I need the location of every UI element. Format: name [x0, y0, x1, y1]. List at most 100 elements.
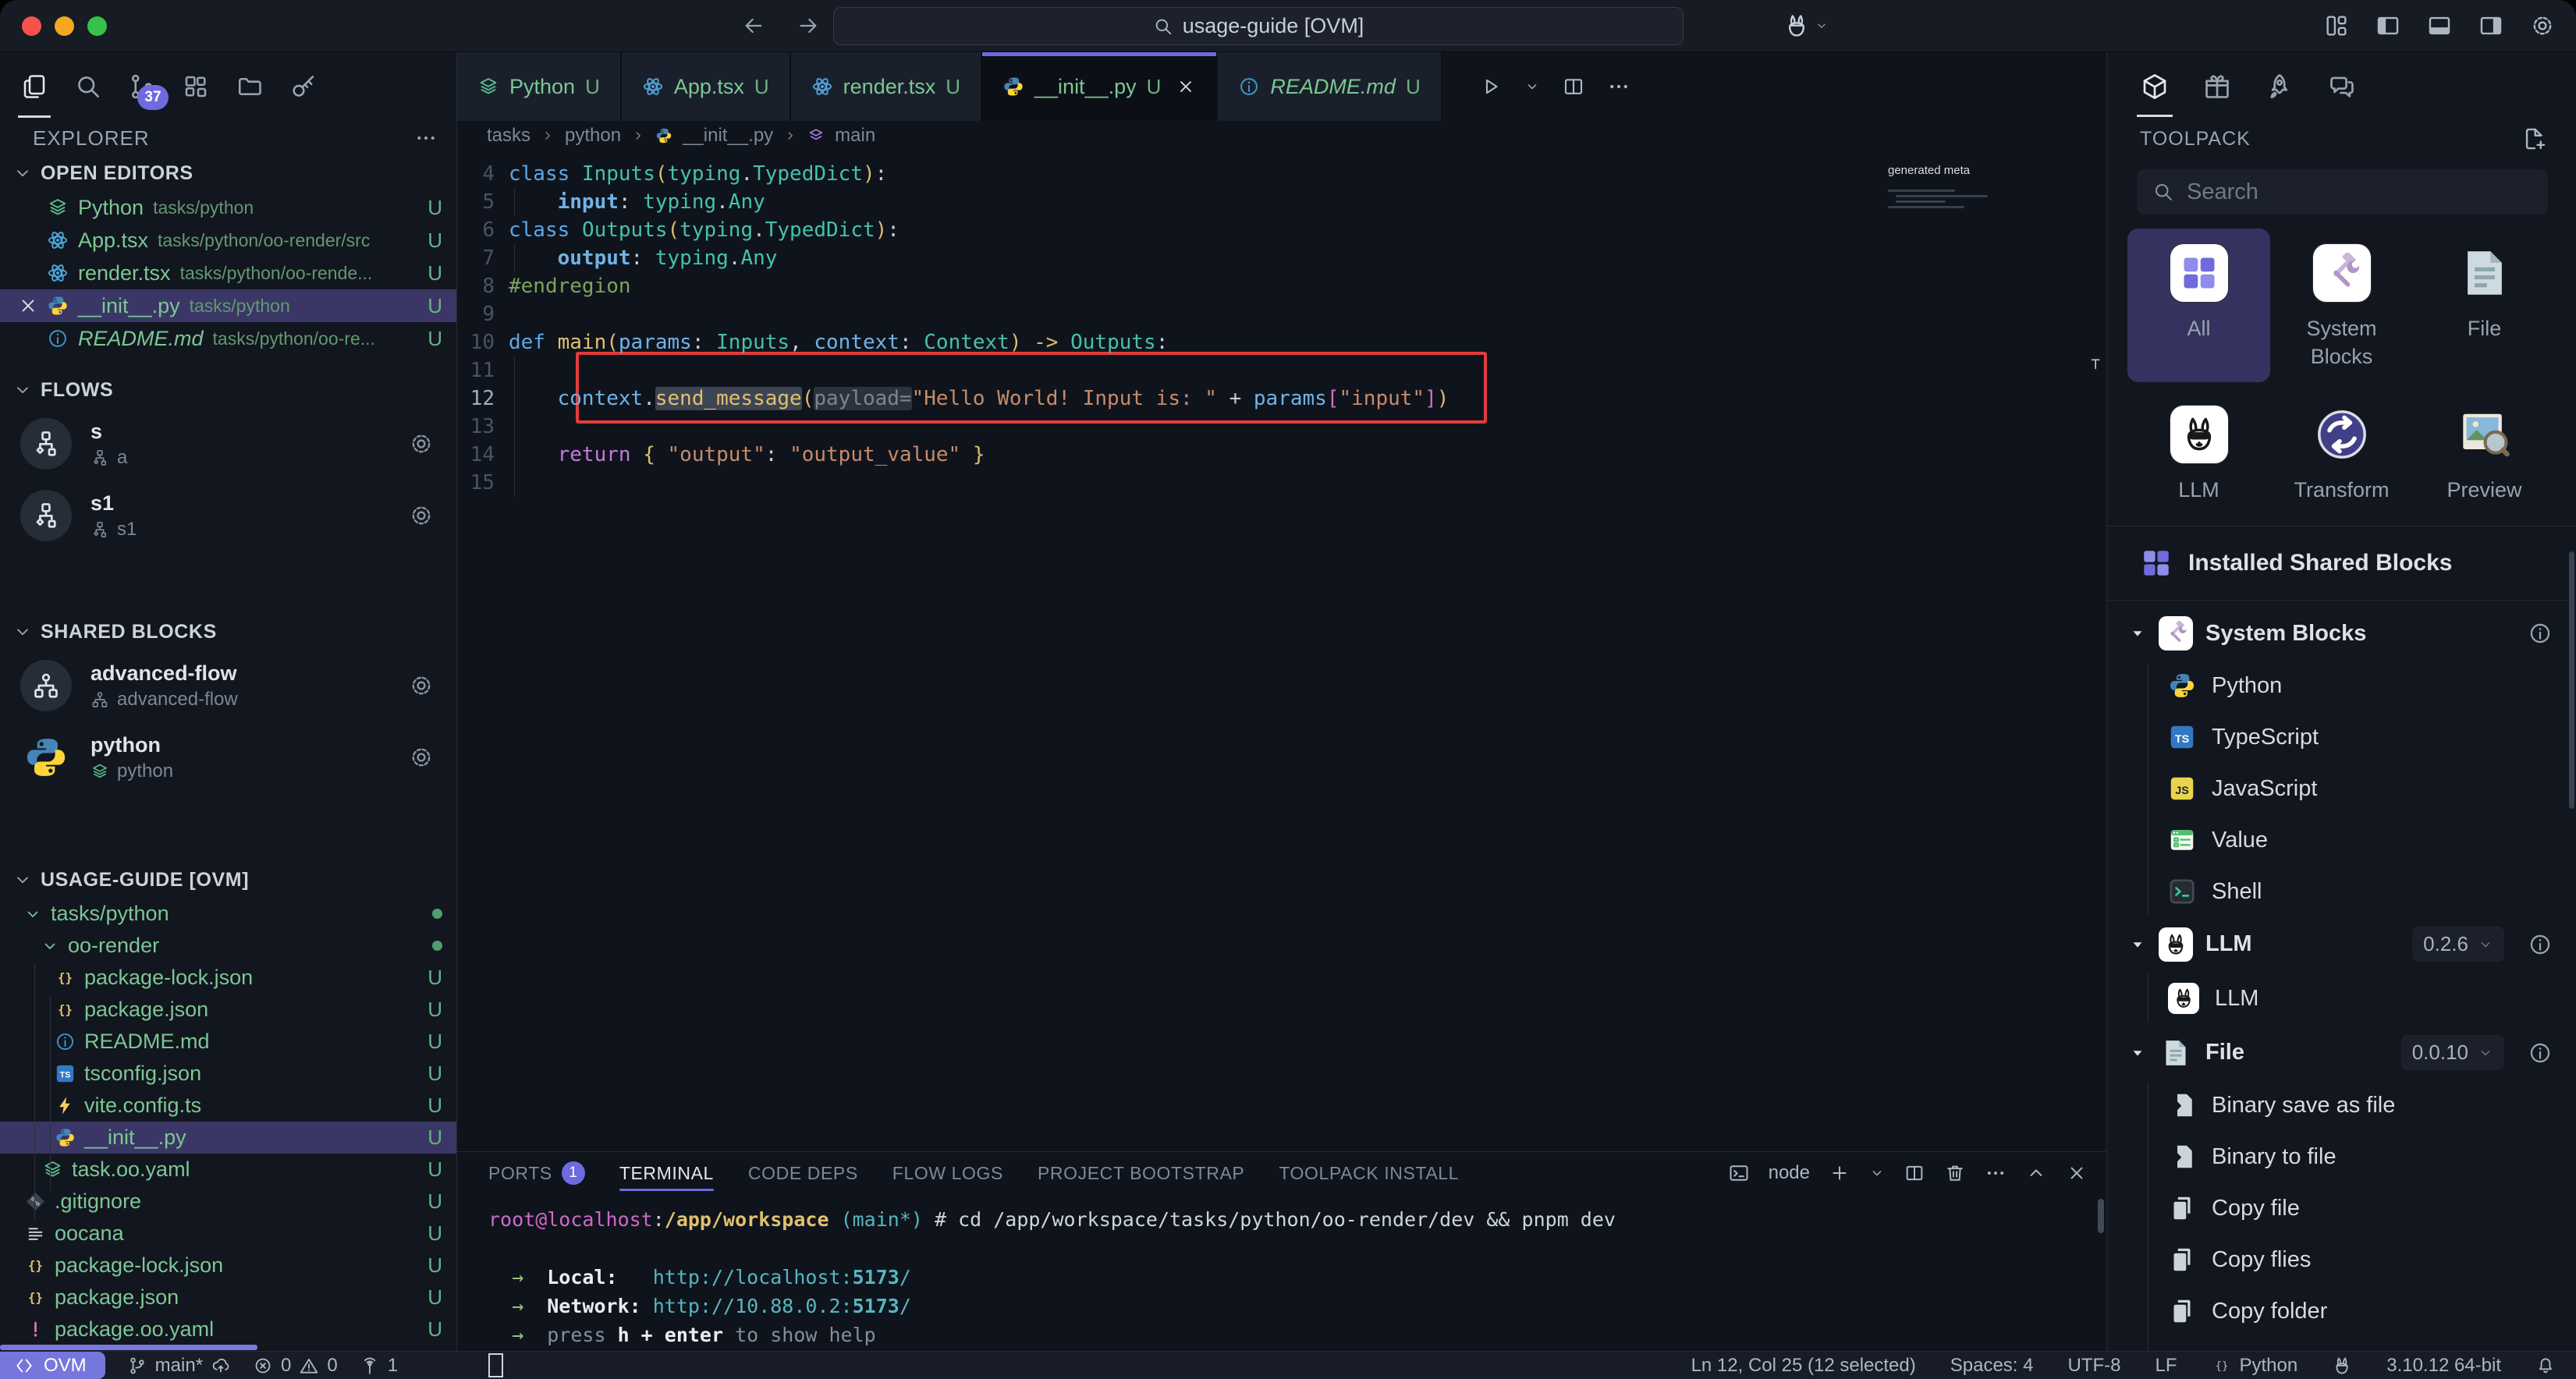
panel-tab-project-bootstrap[interactable]: PROJECT BOOTSTRAP: [1038, 1152, 1244, 1194]
panel-tab-code-deps[interactable]: CODE DEPS: [748, 1152, 858, 1194]
new-toolpack-icon[interactable]: [2521, 126, 2548, 152]
group-info-icon[interactable]: [2528, 621, 2553, 646]
remote-indicator[interactable]: OVM: [0, 1352, 105, 1379]
branch-indicator[interactable]: main*: [127, 1355, 231, 1377]
panel-more-icon[interactable]: [1985, 1162, 2007, 1184]
nav-forward-icon[interactable]: [796, 13, 821, 38]
tab-python[interactable]: PythonU: [457, 52, 622, 121]
editor-scrollbar-marker[interactable]: ⊤: [2089, 356, 2102, 370]
tab-app-tsx[interactable]: App.tsxU: [622, 52, 791, 121]
tree-item[interactable]: package.oo.yamlU: [0, 1313, 456, 1345]
extensions-gift-icon[interactable]: [2202, 72, 2232, 101]
close-editor-icon[interactable]: [17, 295, 39, 317]
toggle-sidebar-icon[interactable]: [2375, 12, 2401, 39]
tree-item[interactable]: __init__.pyU: [0, 1122, 456, 1154]
right-panel-scrollbar[interactable]: [2569, 551, 2574, 809]
block-item-copy-folder[interactable]: Copy folder: [2148, 1285, 2576, 1337]
tab-render-tsx[interactable]: render.tsxU: [791, 52, 982, 121]
activity-item-explorer[interactable]: [20, 73, 48, 101]
block-item-binary-to-file[interactable]: Binary to file: [2148, 1131, 2576, 1182]
tree-item[interactable]: oocanaU: [0, 1218, 456, 1250]
editor-more-icon[interactable]: [1607, 75, 1630, 98]
toolpack-search-input[interactable]: [2185, 179, 2532, 206]
project-header[interactable]: USAGE-GUIDE [OVM]: [0, 862, 456, 898]
open-editor-item[interactable]: App.tsxtasks/python/oo-render/srcU: [0, 224, 456, 257]
terminal-output[interactable]: root@localhost:/app/workspace (main*) # …: [457, 1194, 2106, 1378]
block-item-llm[interactable]: LLM: [2148, 971, 2576, 1026]
tree-item[interactable]: vite.config.tsU: [0, 1090, 456, 1122]
block-item-empty-folder[interactable]: Empty folder: [2148, 1337, 2576, 1351]
group-info-icon[interactable]: [2528, 1040, 2553, 1065]
terminal-profile-chevron-icon[interactable]: [1869, 1165, 1885, 1181]
toggle-panel-icon[interactable]: [2426, 12, 2453, 39]
code-line[interactable]: 12 context.send_message(payload="Hello W…: [457, 385, 2106, 413]
split-terminal-icon[interactable]: [1904, 1162, 1925, 1184]
tree-item[interactable]: README.mdU: [0, 1026, 456, 1058]
tree-item[interactable]: TStsconfig.jsonU: [0, 1058, 456, 1090]
nav-back-icon[interactable]: [741, 13, 766, 38]
eol-indicator[interactable]: LF: [2155, 1355, 2177, 1377]
close-window-button[interactable]: [22, 16, 41, 36]
toggle-secondary-sidebar-icon[interactable]: [2478, 12, 2504, 39]
assistant-status[interactable]: [2332, 1356, 2352, 1376]
group-info-icon[interactable]: [2528, 932, 2553, 957]
version-selector[interactable]: 0.0.10: [2401, 1035, 2504, 1070]
breadcrumb[interactable]: taskspython__init__.pymain: [457, 121, 2106, 151]
activity-item-search[interactable]: [74, 73, 102, 101]
open-editor-item[interactable]: render.tsxtasks/python/oo-rende...U: [0, 257, 456, 289]
panel-tab-ports[interactable]: PORTS1: [488, 1152, 585, 1194]
activity-item-secrets[interactable]: [289, 73, 318, 101]
panel-tab-terminal[interactable]: TERMINAL: [619, 1152, 714, 1194]
settings-gear-icon[interactable]: [2529, 12, 2556, 39]
group-header-file[interactable]: File0.0.10: [2107, 1026, 2576, 1079]
block-item-python[interactable]: Python: [2148, 660, 2576, 711]
close-tab-icon[interactable]: [1176, 76, 1196, 97]
toolpack-category-transform[interactable]: Transform: [2270, 390, 2413, 515]
toolpack-category-llm[interactable]: LLM: [2127, 390, 2270, 515]
code-line[interactable]: 10def main(params: Inputs, context: Cont…: [457, 328, 2106, 356]
code-line[interactable]: 13: [457, 413, 2106, 441]
problems-indicator[interactable]: 0 0: [253, 1355, 338, 1377]
notifications[interactable]: [2535, 1356, 2556, 1376]
command-center-search[interactable]: usage-guide [OVM]: [833, 7, 1684, 45]
tree-item[interactable]: {}package.jsonU: [0, 994, 456, 1026]
toolpack-category-file[interactable]: File: [2413, 229, 2556, 382]
panel-tab-flow-logs[interactable]: FLOW LOGS: [892, 1152, 1003, 1194]
new-terminal-icon[interactable]: [1829, 1162, 1850, 1184]
toolpack-category-preview[interactable]: Preview: [2413, 390, 2556, 515]
chat-icon[interactable]: [2327, 72, 2357, 101]
maximize-panel-icon[interactable]: [2025, 1162, 2047, 1184]
block-item-value[interactable]: Value: [2148, 814, 2576, 866]
activity-item-workspace[interactable]: [236, 73, 264, 101]
activity-item-source-control[interactable]: 37: [128, 73, 156, 101]
code-line[interactable]: 8#endregion: [457, 272, 2106, 300]
toolpack-tab-icon[interactable]: [2140, 72, 2170, 101]
flow-list-item[interactable]: pythonpython: [0, 721, 456, 793]
minimap[interactable]: generated meta: [1888, 157, 2005, 208]
toolpack-search[interactable]: [2137, 169, 2548, 214]
minimize-window-button[interactable]: [55, 16, 74, 36]
python-interpreter[interactable]: 3.10.12 64-bit: [2386, 1355, 2501, 1377]
block-item-javascript[interactable]: JSJavaScript: [2148, 763, 2576, 814]
tab-readme-md[interactable]: README.mdU: [1218, 52, 1442, 121]
language-indicator[interactable]: {} Python: [2212, 1355, 2298, 1377]
block-item-copy-flies[interactable]: Copy flies: [2148, 1234, 2576, 1285]
run-python-file-icon[interactable]: [1479, 75, 1503, 98]
block-item-shell[interactable]: Shell: [2148, 866, 2576, 917]
open-editor-item[interactable]: README.mdtasks/python/oo-re...U: [0, 322, 456, 355]
open-editors-header[interactable]: OPEN EDITORS: [0, 155, 456, 191]
flows-header[interactable]: FLOWS: [0, 372, 456, 408]
close-panel-icon[interactable]: [2066, 1162, 2088, 1184]
toolpack-category-system-blocks[interactable]: System Blocks: [2270, 229, 2413, 382]
code-line[interactable]: 4class Inputs(typing.TypedDict):: [457, 160, 2106, 188]
ports-indicator[interactable]: 1: [360, 1355, 398, 1377]
open-editor-item[interactable]: __init__.pytasks/pythonU: [0, 289, 456, 322]
toolpack-category-all[interactable]: All: [2127, 229, 2270, 382]
tree-item[interactable]: {}package-lock.jsonU: [0, 962, 456, 994]
block-item-copy-file[interactable]: Copy file: [2148, 1182, 2576, 1234]
tree-item[interactable]: oo-render: [0, 930, 456, 962]
code-line[interactable]: 6class Outputs(typing.TypedDict):: [457, 216, 2106, 244]
code-line[interactable]: 14 return { "output": "output_value" }: [457, 441, 2106, 469]
customize-layout-icon[interactable]: [2323, 12, 2350, 39]
code-line[interactable]: 15: [457, 469, 2106, 497]
